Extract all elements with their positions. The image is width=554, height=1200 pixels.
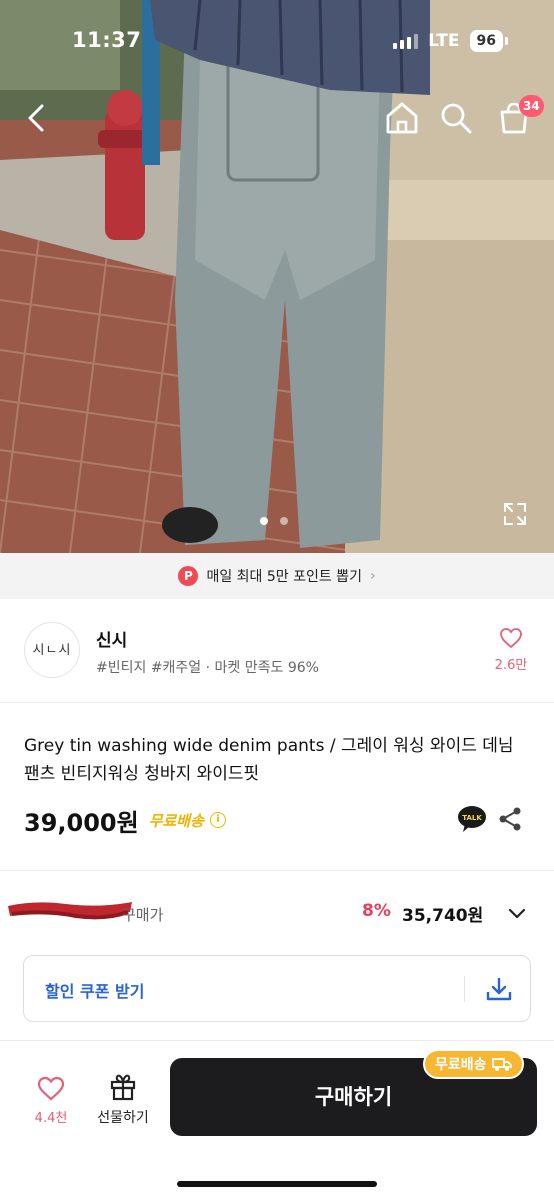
seller-section[interactable]: 시ㄴ시 신시 #빈티지 #캐주얼 · 마켓 만족도 96% 2.6만 [0,600,554,702]
chevron-left-icon[interactable] [18,98,58,138]
product-title: Grey tin washing wide denim pants / 그레이 … [24,736,514,784]
point-promo-banner[interactable]: P 매일 최대 5만 포인트 뽑기 › [0,553,554,599]
status-indicators: LTE 96 [393,30,508,52]
gift-button[interactable]: 선물하기 [90,1071,156,1127]
chevron-down-icon[interactable] [506,902,528,924]
wishlist-button[interactable]: 4.4천 [28,1075,74,1126]
shop-like-button[interactable]: 2.6만 [486,626,536,673]
heart-icon [500,628,522,649]
share-icon[interactable] [497,806,523,832]
free-shipping-badge-label: 무료배송 [435,1057,487,1073]
svg-text:TALK: TALK [462,814,482,822]
avatar[interactable]: 시ㄴ시 [24,622,80,678]
search-icon[interactable] [436,98,476,138]
info-icon[interactable]: i [209,812,226,828]
battery-icon: 96 [469,30,503,52]
coupon-button[interactable]: 할인 쿠폰 받기 [23,955,531,1022]
seller-tags: #빈티지 #캐주얼 · 마켓 만족도 96% [96,660,319,676]
free-shipping-tag: 무료배송 [148,811,204,830]
discount-price: 35,740원 [402,906,484,926]
divider [0,702,554,703]
discount-label: 구매가 [122,906,164,924]
seller-name[interactable]: 신시 [96,626,127,651]
coupon-divider [464,976,465,1002]
redaction-mark [8,902,132,920]
product-photo [0,0,554,553]
product-price: 39,000원 [24,808,139,837]
kakaotalk-icon[interactable]: TALK [457,805,487,833]
expand-icon[interactable] [501,500,529,528]
discount-price-row[interactable]: 구매가 8% 35,740원 [0,896,554,932]
discount-percent: 8% [362,901,391,921]
truck-icon [491,1058,512,1071]
home-indicator [177,1181,377,1187]
network-type: LTE [428,31,460,51]
battery-tip [505,37,508,45]
gift-label: 선물하기 [97,1110,149,1126]
wishlist-count: 4.4천 [34,1111,68,1126]
heart-icon [37,1076,65,1101]
point-icon: P [178,566,199,586]
cart-count-badge: 34 [519,95,544,117]
product-image-carousel[interactable]: 11:37 LTE 96 34 [0,0,554,553]
status-bar: 11:37 LTE 96 [0,0,554,82]
divider [0,870,554,871]
gift-icon [110,1074,136,1101]
chevron-right-icon: › [369,568,376,584]
download-icon[interactable] [485,976,513,1002]
shop-like-count: 2.6만 [494,658,528,673]
home-icon[interactable] [382,98,422,138]
signal-icon [393,33,419,49]
carousel-dot-active [260,517,268,525]
carousel-indicator [260,517,288,525]
status-time: 11:37 [72,28,142,52]
free-shipping-badge: 무료배송 [423,1049,524,1079]
bottom-action-bar: 4.4천 선물하기 구매하기 무료배송 [0,1040,554,1200]
carousel-dot [280,517,288,525]
coupon-label: 할인 쿠폰 받기 [45,982,145,1001]
promo-text: 매일 최대 5만 포인트 뽑기 [206,569,362,585]
